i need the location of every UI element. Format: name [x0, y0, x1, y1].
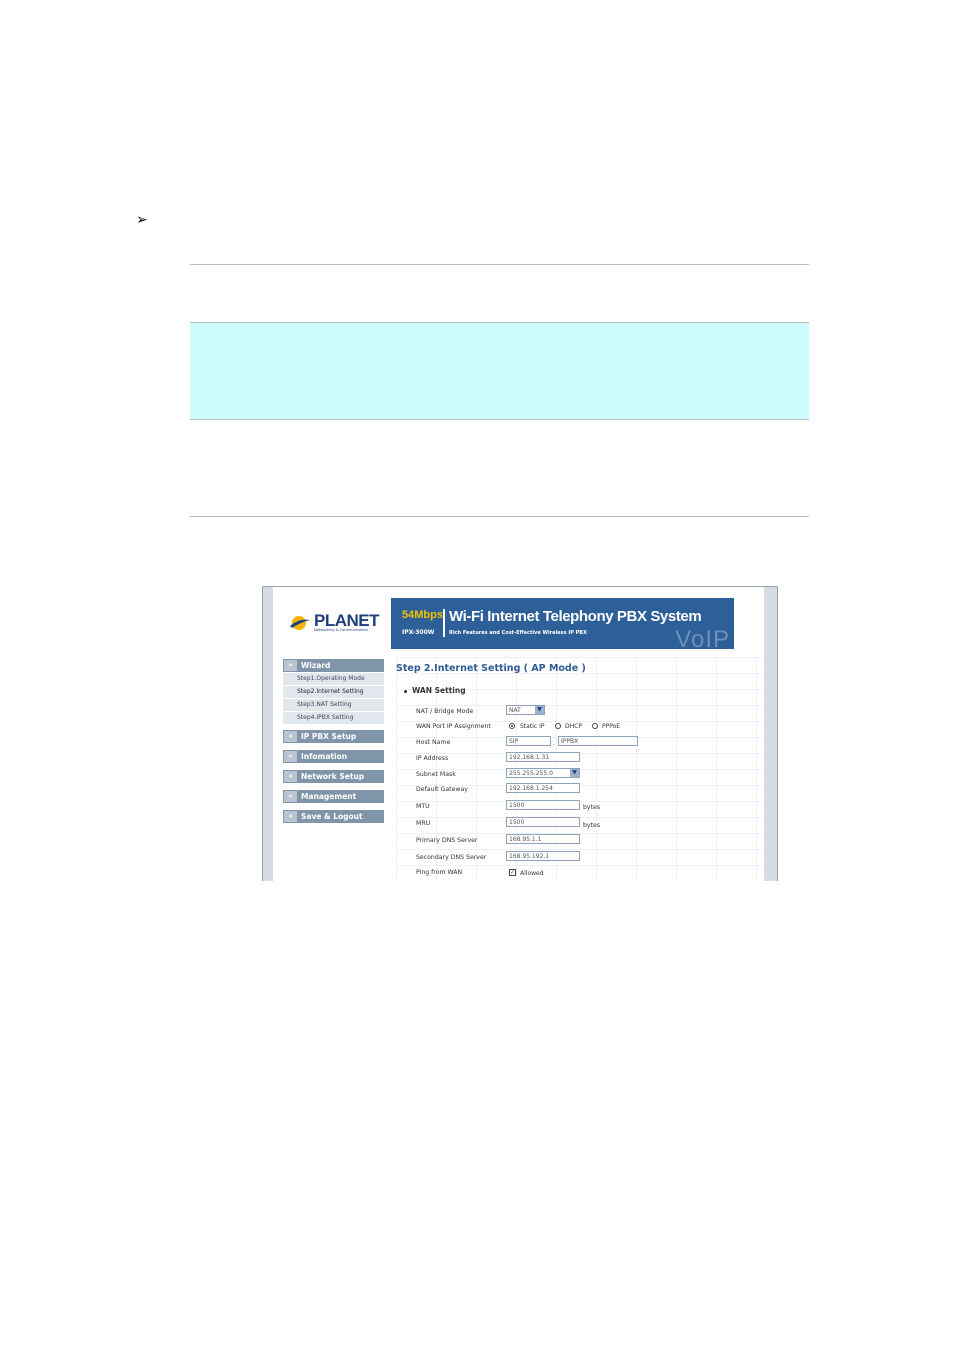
label-default-gateway: Default Gateway	[416, 786, 468, 793]
host-name-separator: .	[553, 740, 555, 747]
ip-address-input[interactable]: 192.168.1.31	[506, 752, 580, 762]
banner-model: IPX-300W	[402, 629, 435, 636]
mru-input[interactable]: 1500	[506, 817, 580, 827]
chevron-right-icon: »	[284, 811, 297, 822]
label-wan-port-ip: WAN Port IP Assignment	[416, 723, 491, 730]
left-frame-strip	[263, 587, 273, 881]
chevron-down-icon: ▼	[535, 706, 544, 714]
label-ping-from-wan: Ping from WAN	[416, 869, 463, 876]
nav-management[interactable]: » Management	[283, 790, 384, 803]
page-title: Step 2.Internet Setting ( AP Mode )	[396, 663, 586, 674]
nav-information[interactable]: » Infomation	[283, 750, 384, 763]
planet-logo-icon	[290, 616, 310, 630]
mru-unit: bytes	[583, 822, 601, 829]
chevron-right-icon: »	[284, 771, 297, 782]
section-heading: WAN Setting	[404, 686, 466, 695]
nat-bridge-select[interactable]: NAT ▼	[506, 705, 545, 715]
nav-sub-step3[interactable]: Step3.NAT Setting	[283, 699, 384, 712]
label-primary-dns: Primary DNS Server	[416, 837, 478, 844]
mtu-unit: bytes	[583, 804, 601, 811]
label-subnet-mask: Subnet Mask	[416, 771, 456, 778]
table-rule-top	[190, 264, 809, 265]
radio-pppoe-label: PPPoE	[602, 723, 621, 730]
embedded-screenshot: PLANET Networking & Communication 54Mbps…	[262, 586, 778, 881]
chevron-right-icon: »	[284, 660, 297, 671]
host-name-input-2[interactable]: IPPBX	[558, 736, 638, 746]
radio-pppoe[interactable]	[592, 723, 598, 729]
primary-dns-input[interactable]: 168.95.1.1	[506, 834, 580, 844]
host-name-input-1[interactable]: SIP	[506, 736, 551, 746]
nav-sub-step4[interactable]: Step4.IPBX Setting	[283, 712, 384, 725]
nav-label: Wizard	[301, 661, 331, 670]
mtu-input[interactable]: 1500	[506, 800, 580, 810]
nav-label: Save & Logout	[301, 812, 363, 821]
radio-dhcp-label: DHCP	[565, 723, 582, 730]
bullet-dot-icon	[404, 689, 407, 693]
label-ip-address: IP Address	[416, 755, 449, 762]
label-nat-bridge-mode: NAT / Bridge Mode	[416, 708, 474, 715]
right-frame-strip	[764, 587, 777, 881]
table-highlight-row	[190, 323, 809, 419]
main-content: Step 2.Internet Setting ( AP Mode ) WAN …	[396, 657, 761, 881]
label-mru: MRU	[416, 820, 431, 827]
nav-label: IP PBX Setup	[301, 732, 357, 741]
ping-wan-checkbox[interactable]: ✓	[509, 869, 516, 876]
nav-label: Management	[301, 792, 357, 801]
default-gateway-input[interactable]: 192.168.1.254	[506, 783, 580, 793]
nav-label: Network Setup	[301, 772, 365, 781]
nav-ip-pbx-setup[interactable]: » IP PBX Setup	[283, 730, 384, 743]
secondary-dns-input[interactable]: 168.95.192.1	[506, 851, 580, 861]
banner-divider	[443, 609, 445, 637]
banner-speed: 54Mbps	[402, 609, 443, 621]
subnet-mask-select[interactable]: 255.255.255.0 ▼	[506, 768, 580, 778]
bullet-arrow-icon: ➢	[136, 212, 148, 228]
chevron-down-icon: ▼	[570, 769, 579, 777]
nav-label: Infomation	[301, 752, 348, 761]
nav-network-setup[interactable]: » Network Setup	[283, 770, 384, 783]
radio-dhcp[interactable]	[555, 723, 561, 729]
nav-sub-step1[interactable]: Step1.Operating Mode	[283, 673, 384, 686]
banner-title: Wi-Fi Internet Telephony PBX System	[449, 608, 702, 625]
logo-tagline: Networking & Communication	[314, 628, 368, 632]
ping-wan-allowed-label: Allowed	[520, 870, 544, 877]
label-host-name: Host Name	[416, 739, 451, 746]
nav-wizard[interactable]: » Wizard	[283, 659, 384, 672]
label-secondary-dns: Secondary DNS Server	[416, 854, 487, 861]
radio-static-ip-label: Static IP	[520, 723, 545, 730]
chevron-right-icon: »	[284, 751, 297, 762]
planet-logo: PLANET Networking & Communication	[287, 611, 380, 635]
table-rule-middle	[190, 419, 809, 420]
label-mtu: MTU	[416, 803, 430, 810]
table-rule-bottom	[190, 516, 809, 517]
chevron-right-icon: »	[284, 731, 297, 742]
radio-static-ip[interactable]	[509, 723, 515, 729]
banner-subtitle: Rich Features and Cost-Effective Wireles…	[449, 630, 587, 636]
product-banner: 54Mbps IPX-300W Wi-Fi Internet Telephony…	[391, 598, 734, 653]
chevron-right-icon: »	[284, 791, 297, 802]
banner-voip-watermark: VoIP	[675, 626, 730, 653]
nav-save-logout[interactable]: » Save & Logout	[283, 810, 384, 823]
nav-sub-step2[interactable]: Step2.Internet Setting	[283, 686, 384, 699]
